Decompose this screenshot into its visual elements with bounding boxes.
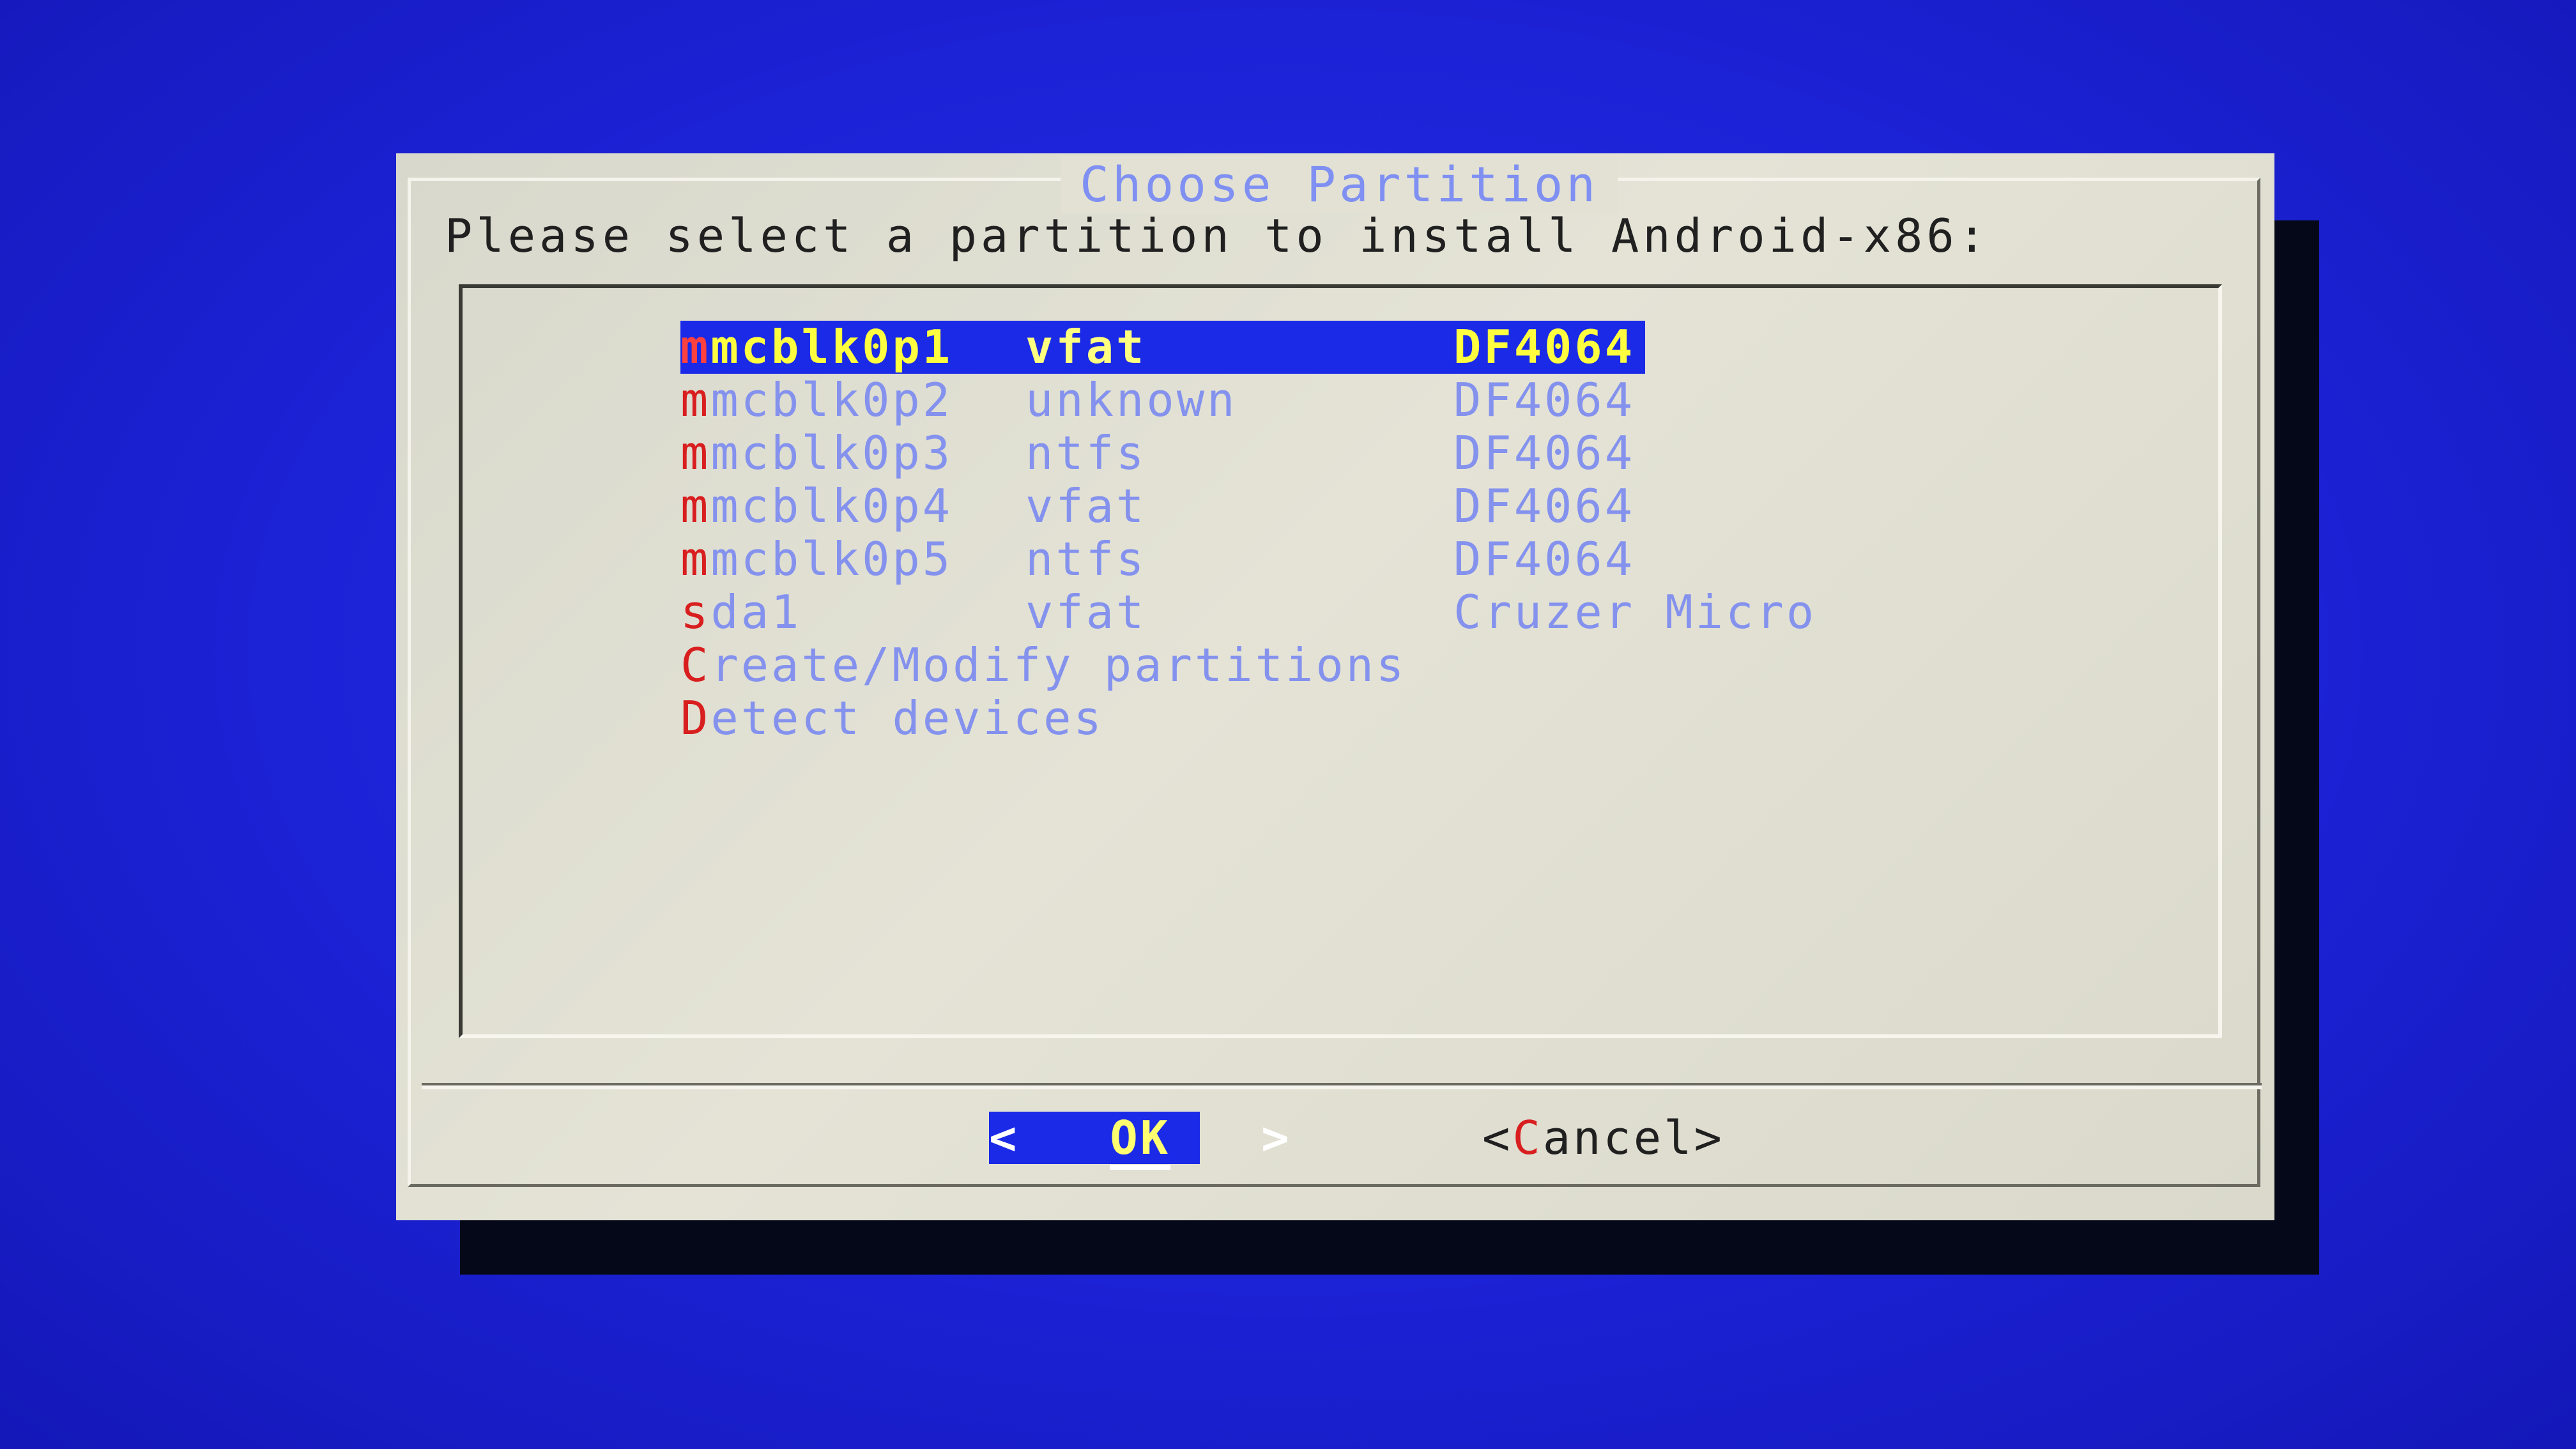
- partition-item-mmcblk0p5[interactable]: mmcblk0p5 ntfs DF4064: [680, 533, 2214, 586]
- partition-label: DF4064: [1453, 373, 1636, 427]
- partition-filesystem: ntfs: [1025, 532, 1147, 586]
- menu-item-detect-devices[interactable]: Detect devices: [680, 692, 2214, 745]
- hotkey-letter: m: [680, 373, 711, 427]
- hotkey-letter: m: [680, 532, 711, 586]
- bracket-close: >: [1694, 1111, 1724, 1165]
- partition-filesystem: vfat: [1025, 479, 1147, 533]
- hotkey-letter: C: [1512, 1111, 1543, 1165]
- bracket-open: <: [1482, 1111, 1513, 1165]
- partition-filesystem: unknown: [1025, 373, 1238, 427]
- partition-list: mmcblk0p1 vfat DF4064 mmcblk0p2 unknown …: [680, 321, 2214, 745]
- chevron-left-icon: <: [989, 1111, 1020, 1165]
- partition-label: DF4064: [1453, 532, 1636, 586]
- button-separator: [422, 1083, 2262, 1089]
- partition-name: mmcblk0p1: [680, 320, 953, 374]
- dialog-title: Choose Partition: [1061, 156, 1618, 213]
- partition-item-mmcblk0p3[interactable]: mmcblk0p3 ntfs DF4064: [680, 427, 2214, 480]
- hotkey-letter: s: [680, 585, 711, 639]
- partition-filesystem: ntfs: [1025, 426, 1147, 480]
- menu-item-create-modify-partitions[interactable]: Create/Modify partitions: [680, 639, 2214, 692]
- choose-partition-dialog: Choose Partition Please select a partiti…: [396, 153, 2274, 1220]
- partition-item-mmcblk0p2[interactable]: mmcblk0p2 unknown DF4064: [680, 374, 2214, 427]
- hotkey-letter: m: [680, 426, 711, 480]
- hotkey-letter: D: [680, 691, 711, 745]
- hotkey-letter: m: [680, 479, 711, 533]
- cancel-label: ancel: [1542, 1111, 1694, 1165]
- partition-name: mmcblk0p4: [680, 479, 953, 533]
- partition-filesystem: vfat: [1025, 585, 1147, 639]
- ok-label: OK: [1110, 1111, 1171, 1170]
- partition-item-mmcblk0p4[interactable]: mmcblk0p4 vfat DF4064: [680, 480, 2214, 533]
- partition-label: Cruzer Micro: [1453, 585, 1817, 639]
- action-label: Create/Modify partitions: [680, 638, 1407, 692]
- partition-name: sda1: [680, 585, 802, 639]
- chevron-right-icon: >: [1261, 1111, 1292, 1165]
- partition-label: DF4064: [1453, 426, 1636, 480]
- partition-label: DF4064: [1453, 479, 1636, 533]
- partition-name: mmcblk0p2: [680, 373, 953, 427]
- action-label: Detect devices: [680, 691, 1104, 745]
- partition-name: mmcblk0p5: [680, 532, 953, 586]
- hotkey-letter: C: [680, 638, 711, 692]
- cancel-button[interactable]: <Cancel>: [1482, 1112, 1724, 1164]
- partition-name: mmcblk0p3: [680, 426, 953, 480]
- dialog-prompt: Please select a partition to install And…: [445, 209, 1990, 263]
- partition-item-mmcblk0p1[interactable]: mmcblk0p1 vfat DF4064: [680, 321, 1645, 374]
- partition-label: DF4064: [1453, 320, 1636, 374]
- partition-filesystem: vfat: [1025, 320, 1147, 374]
- partition-item-sda1[interactable]: sda1 vfat Cruzer Micro: [680, 586, 2214, 639]
- hotkey-letter: m: [680, 320, 711, 374]
- ok-button[interactable]: < OK >: [989, 1111, 1289, 1170]
